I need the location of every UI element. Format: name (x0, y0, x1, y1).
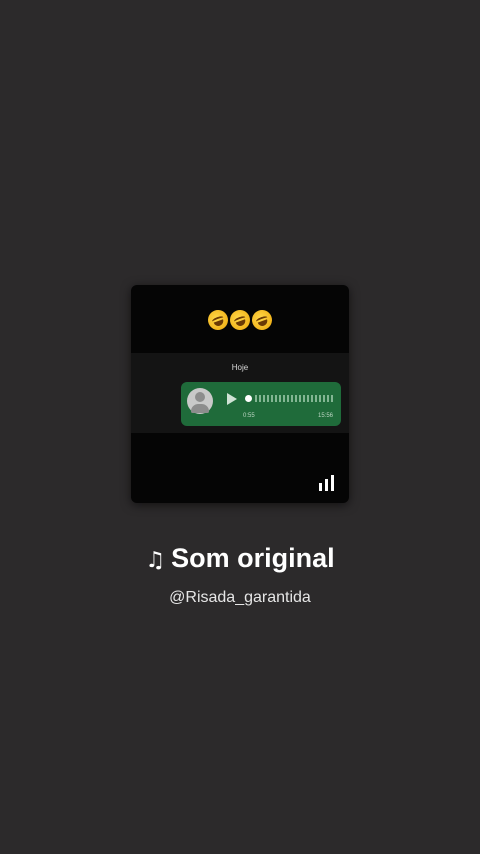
laughing-emoji-icon (205, 307, 231, 333)
play-icon (227, 393, 237, 405)
sound-title: ♫ Som original (0, 540, 480, 579)
laughing-emoji-row (131, 307, 349, 336)
sound-title-text: Som original (171, 543, 335, 573)
voice-duration: 0:55 (243, 413, 255, 419)
avatar-icon (187, 388, 213, 414)
chat-day-label: Hoje (231, 363, 249, 372)
laughing-emoji-icon (227, 307, 253, 333)
audio-bars-icon (319, 475, 337, 491)
laughing-emoji-icon (249, 307, 275, 333)
voice-timestamp: 15:56 (317, 413, 333, 419)
voice-message-bubble: 0:55 15:56 (181, 382, 341, 426)
playhead-dot (245, 395, 252, 402)
sound-author-link[interactable]: @Risada_garantida (0, 588, 480, 608)
music-note-icon: ♫ (145, 548, 166, 573)
sound-cover-image[interactable]: Hoje 0:55 15:56 (131, 285, 349, 503)
waveform (255, 395, 333, 402)
